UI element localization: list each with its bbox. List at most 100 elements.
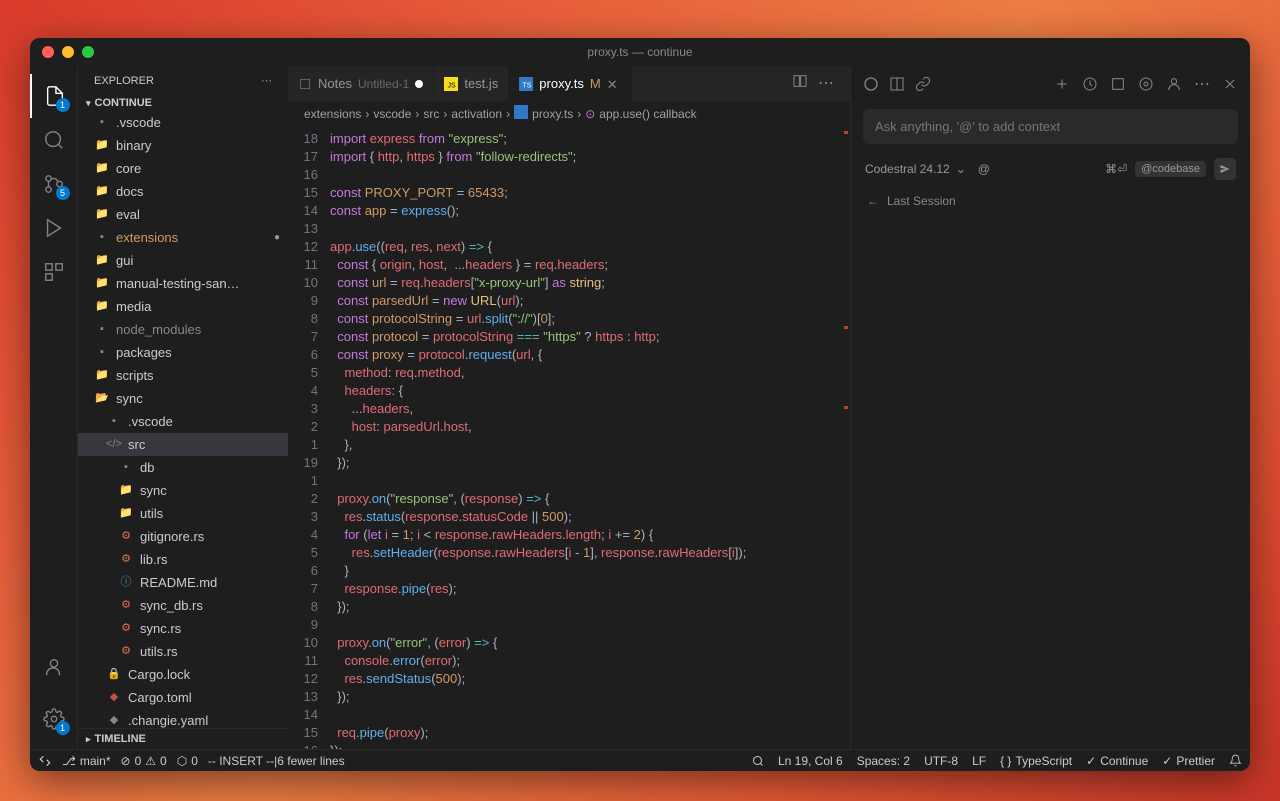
model-selector[interactable]: Codestral 24.12 ⌄ @ [865,162,990,176]
account-icon[interactable] [30,645,78,689]
maximize-window[interactable] [82,46,94,58]
last-session[interactable]: ← Last Session [851,186,1250,216]
chat-input-box[interactable] [863,109,1238,144]
tree-item[interactable]: 📁docs [78,180,288,203]
notes-file-icon [298,77,312,91]
continue-logo-icon[interactable] [863,76,879,92]
indent-indicator[interactable]: Spaces: 2 [857,754,910,768]
cursor-position[interactable]: Ln 19, Col 6 [778,754,843,768]
folder-dark-icon: ▪ [94,230,110,246]
tree-item[interactable]: 📁manual-testing-san… [78,272,288,295]
tree-item[interactable]: 📁core [78,157,288,180]
tree-item[interactable]: ⚙sync.rs [78,617,288,640]
panel-more-icon[interactable]: ⋯ [1194,74,1210,94]
more-tab-actions-icon[interactable]: ⋯ [818,73,834,94]
context-badge[interactable]: @codebase [1135,161,1206,177]
timeline-section[interactable]: TIMELINE [78,728,288,749]
eol-indicator[interactable]: LF [972,754,986,768]
problems-indicator[interactable]: ⊘ 0 ⚠ 0 [121,754,167,768]
language-indicator[interactable]: { } TypeScript [1000,754,1072,768]
tree-item[interactable]: ⚙lib.rs [78,548,288,571]
tree-item[interactable]: 📁media [78,295,288,318]
tree-item[interactable]: ◆.changie.yaml [78,709,288,728]
prettier-status[interactable]: ✓ Prettier [1162,754,1215,768]
svg-text:TS: TS [523,82,532,89]
tree-item[interactable]: ▪db [78,456,288,479]
send-button[interactable] [1214,158,1236,180]
search-icon[interactable] [30,118,78,162]
code-editor[interactable]: 1817161514131211109876543211912345678910… [288,126,850,749]
bell-icon[interactable] [1229,754,1242,767]
tree-item[interactable]: ◆Cargo.toml [78,686,288,709]
tree-item[interactable]: 📁sync [78,479,288,502]
panel-settings-icon[interactable] [1138,76,1154,92]
encoding-indicator[interactable]: UTF-8 [924,754,958,768]
extensions-icon[interactable] [30,250,78,294]
tree-label: eval [116,204,140,225]
tree-item[interactable]: 🔒Cargo.lock [78,663,288,686]
tree-item[interactable]: ▪packages [78,341,288,364]
panel-view-icon[interactable] [889,76,905,92]
run-debug-icon[interactable] [30,206,78,250]
new-chat-icon[interactable] [1054,76,1070,92]
remote-icon[interactable] [38,754,52,768]
close-window[interactable] [42,46,54,58]
zoom-icon[interactable] [752,755,764,767]
tree-item[interactable]: ⚙gitignore.rs [78,525,288,548]
breadcrumb[interactable]: extensions›vscode›src›activation›proxy.t… [288,101,850,126]
tree-item[interactable]: 📁eval [78,203,288,226]
chat-input[interactable] [875,119,1226,134]
breadcrumb-segment[interactable]: activation [451,107,502,121]
close-tab-icon[interactable]: ✕ [607,77,621,91]
panel-account-icon[interactable] [1166,76,1182,92]
ports-indicator[interactable]: ⬡ 0 [177,754,198,768]
at-context-icon[interactable]: @ [978,162,990,176]
svg-text:JS: JS [448,82,457,89]
panel-link-icon[interactable] [915,76,931,92]
tab-label: test.js [464,76,498,91]
editor-tab[interactable]: JS test.js [434,66,509,101]
breadcrumb-segment[interactable]: vscode [373,107,411,121]
tree-label: manual-testing-san… [116,273,240,294]
breadcrumb-segment[interactable]: proxy.ts [532,107,573,121]
history-icon[interactable] [1082,76,1098,92]
tree-item[interactable]: ⚙utils.rs [78,640,288,663]
minimize-window[interactable] [62,46,74,58]
editor-tab[interactable]: TSproxy.tsM✕ [509,66,631,101]
tree-item[interactable]: ▪node_modules [78,318,288,341]
continue-status[interactable]: ✓ Continue [1086,754,1148,768]
docs-icon[interactable] [1110,76,1126,92]
code-content[interactable]: import express from "express";import { h… [330,126,842,749]
compare-icon[interactable] [792,73,808,94]
tree-item[interactable]: 📂sync [78,387,288,410]
tree-item[interactable]: 📁scripts [78,364,288,387]
tree-item[interactable]: </>src [78,433,288,456]
panel-close-icon[interactable] [1222,76,1238,92]
sidebar-more-icon[interactable]: ⋯ [261,74,272,87]
branch-indicator[interactable]: ⎇ main* [62,754,111,768]
tree-item[interactable]: ▪.vscode [78,111,288,134]
tree-item[interactable]: ⚙sync_db.rs [78,594,288,617]
source-control-icon[interactable]: 5 [30,162,78,206]
tree-item[interactable]: 📁gui [78,249,288,272]
explorer-icon[interactable]: 1 [30,74,78,118]
folder-dark-icon: ▪ [94,115,110,131]
folder-dark-icon: ▪ [94,322,110,338]
tree-item[interactable]: 📁binary [78,134,288,157]
breadcrumb-segment[interactable]: app.use() callback [599,107,696,121]
tree-item[interactable]: ⓘREADME.md [78,571,288,594]
tree-item[interactable]: ▪.vscode [78,410,288,433]
editor-tabs: NotesUntitled-1 JS test.js TSproxy.tsM✕ ⋯ [288,66,850,101]
tree-label: db [140,457,154,478]
sidebar-section[interactable]: CONTINUE [78,95,288,111]
breadcrumb-segment[interactable]: src [423,107,439,121]
minimap[interactable] [842,126,850,749]
tree-item[interactable]: 📁utils [78,502,288,525]
tree-label: core [116,158,141,179]
tree-label: scripts [116,365,154,386]
folder-icon: 📁 [118,483,134,499]
editor-tab[interactable]: NotesUntitled-1 [288,66,434,101]
settings-icon[interactable]: 1 [30,697,78,741]
tree-item[interactable]: ▪extensions● [78,226,288,249]
breadcrumb-segment[interactable]: extensions [304,107,361,121]
